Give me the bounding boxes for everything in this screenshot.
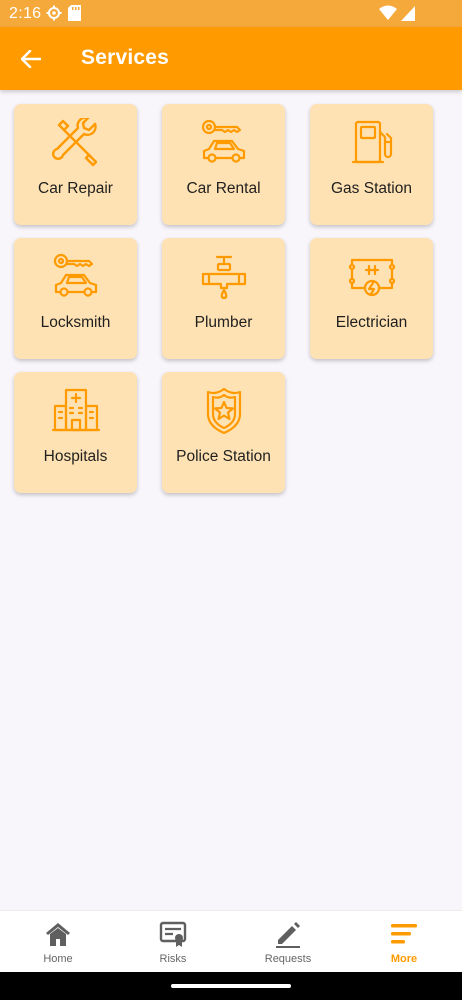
certificate-icon <box>159 921 187 947</box>
back-button[interactable] <box>14 42 48 76</box>
nav-label: Home <box>43 953 73 965</box>
service-tile-plumber[interactable]: Plumber <box>162 238 285 359</box>
hospital-building-icon <box>51 388 101 432</box>
service-tile-hospitals[interactable]: Hospitals <box>14 372 137 493</box>
service-tile-police-station[interactable]: Police Station <box>162 372 285 493</box>
bottom-nav: Home Risks Requests More <box>0 910 462 972</box>
nav-label: More <box>390 953 418 965</box>
service-label: Locksmith <box>40 314 111 331</box>
settings-gear-icon <box>46 5 62 21</box>
system-nav-bar <box>0 972 462 1000</box>
app-bar: Services <box>0 27 462 90</box>
menu-lines-icon <box>391 924 417 944</box>
electrical-circuit-icon <box>348 258 396 297</box>
signal-icon <box>401 5 415 21</box>
car-key-icon <box>201 119 246 163</box>
service-tile-gas-station[interactable]: Gas Station <box>310 104 433 225</box>
service-label: Car Rental <box>186 180 261 197</box>
sd-card-icon <box>68 5 81 21</box>
nav-item-requests[interactable]: Requests <box>230 911 346 973</box>
status-bar: 2:16 <box>0 0 462 27</box>
car-key-icon <box>53 253 98 297</box>
police-badge-icon <box>206 387 242 435</box>
home-icon <box>46 923 70 946</box>
nav-item-more[interactable]: More <box>346 911 462 973</box>
nav-label: Risks <box>159 953 187 965</box>
pencil-icon <box>276 922 300 948</box>
service-label: Electrician <box>335 314 408 331</box>
service-label: Plumber <box>194 314 253 331</box>
arrow-left-icon <box>21 50 41 68</box>
nav-item-risks[interactable]: Risks <box>115 911 231 973</box>
service-tile-electrician[interactable]: Electrician <box>310 238 433 359</box>
wrench-screwdriver-icon <box>51 118 98 167</box>
gesture-handle[interactable] <box>171 984 291 988</box>
service-label: Car Repair <box>38 180 113 197</box>
service-tile-car-repair[interactable]: Car Repair <box>14 104 137 225</box>
fuel-pump-icon <box>351 120 393 164</box>
page-title: Services <box>81 46 170 69</box>
wifi-icon <box>379 5 397 20</box>
faucet-icon <box>201 255 247 300</box>
service-label: Gas Station <box>331 180 412 197</box>
service-tile-car-rental[interactable]: Car Rental <box>162 104 285 225</box>
nav-item-home[interactable]: Home <box>0 911 116 973</box>
service-label: Hospitals <box>43 448 108 465</box>
service-label: Police Station <box>176 448 271 465</box>
nav-label: Requests <box>264 953 312 965</box>
status-time: 2:16 <box>9 5 42 22</box>
service-tile-locksmith[interactable]: Locksmith <box>14 238 137 359</box>
